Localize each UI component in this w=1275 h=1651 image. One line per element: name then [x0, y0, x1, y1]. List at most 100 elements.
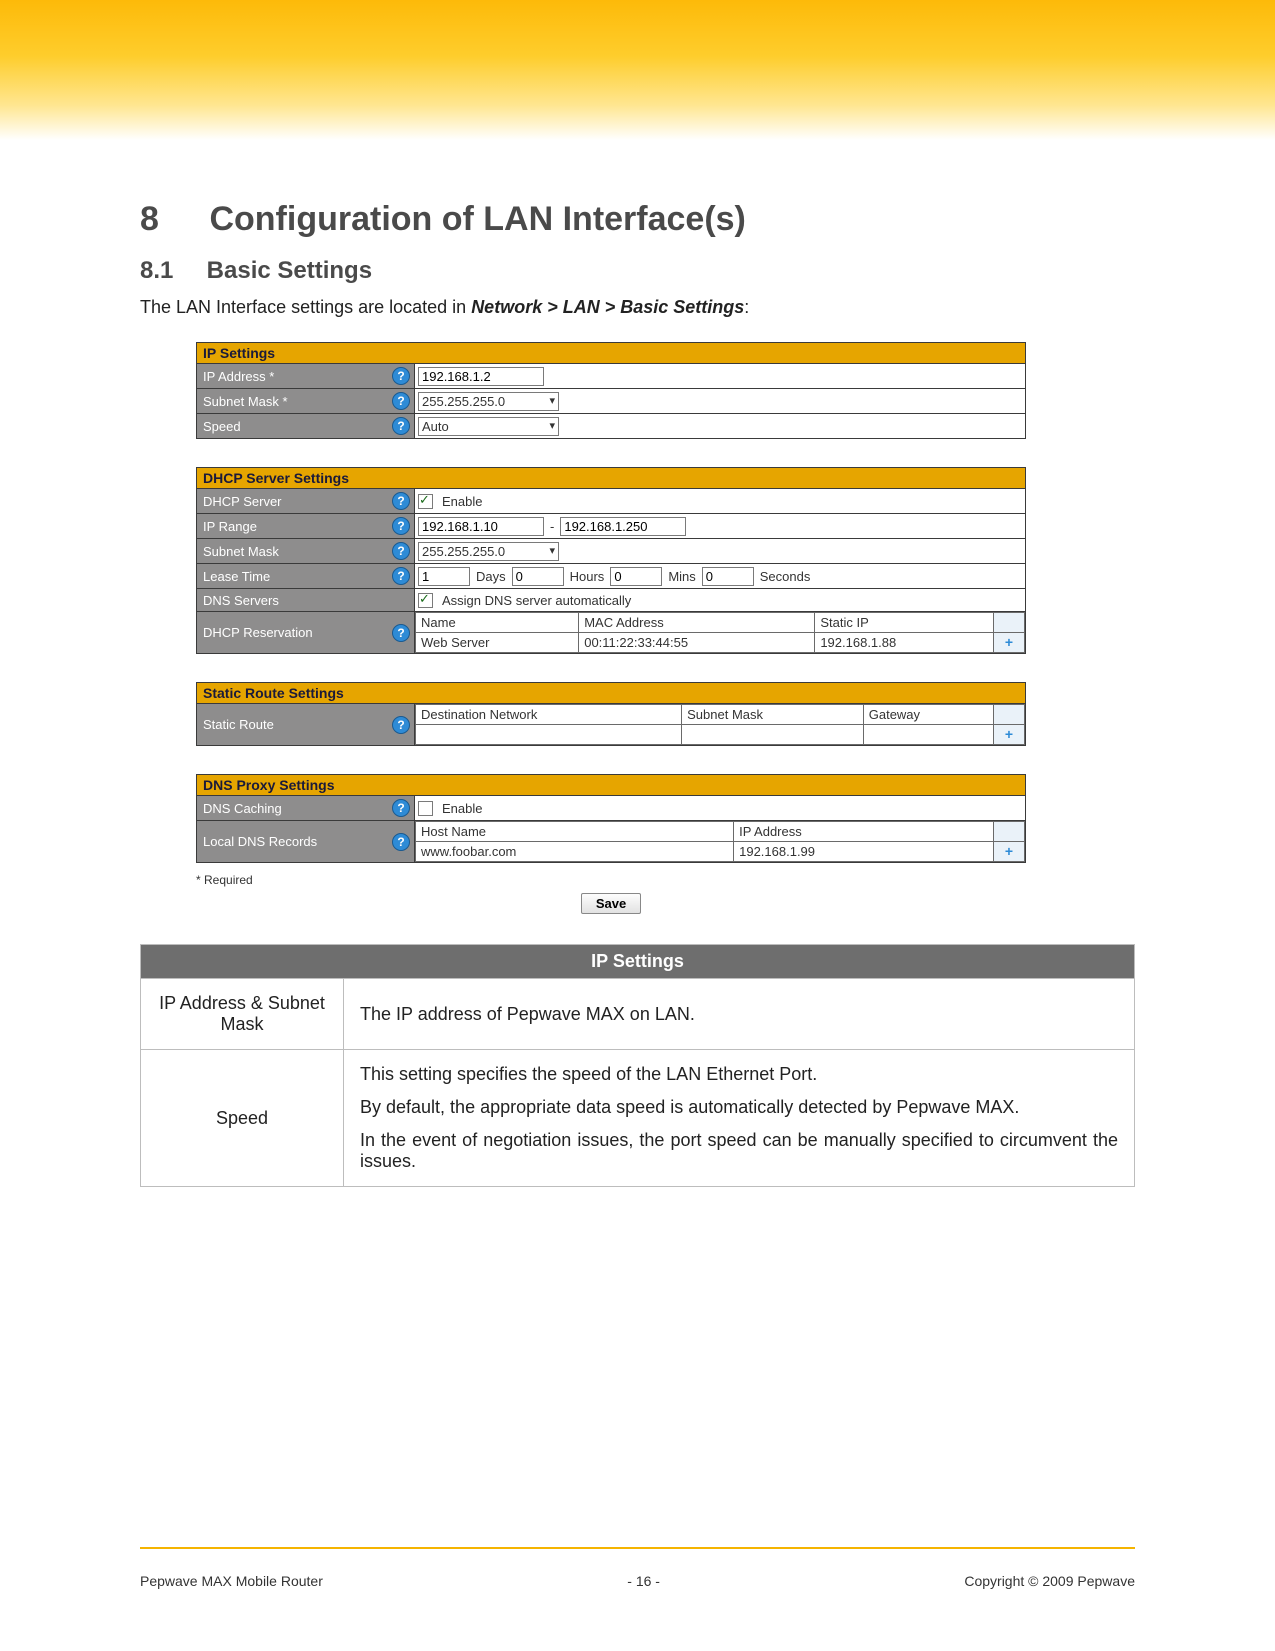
- help-icon[interactable]: ?: [392, 392, 410, 410]
- cell-mask[interactable]: [682, 725, 864, 745]
- dns-caching-checkbox[interactable]: [418, 801, 433, 816]
- row-dns-caching: DNS Caching ? Enable: [197, 796, 1025, 821]
- desc-text: The IP address of Pepwave MAX on LAN.: [360, 1004, 1118, 1025]
- desc-text: In the event of negotiation issues, the …: [360, 1130, 1118, 1172]
- cell-ip[interactable]: 192.168.1.99: [734, 842, 994, 862]
- section-title-text: Configuration of LAN Interface(s): [209, 200, 745, 238]
- lease-hours-input[interactable]: [512, 567, 564, 586]
- ip-range-to-input[interactable]: [560, 517, 686, 536]
- label-dhcp-reservation: DHCP Reservation ?: [197, 612, 415, 653]
- desc-key: Speed: [141, 1050, 344, 1187]
- lease-secs-input[interactable]: [702, 567, 754, 586]
- desc-key: IP Address & Subnet Mask: [141, 979, 344, 1050]
- mins-label: Mins: [668, 569, 695, 584]
- panel-ip-settings: IP Settings IP Address * ? Subnet Mask *…: [196, 342, 1026, 439]
- row-speed: Speed ? Auto: [197, 414, 1025, 438]
- help-icon[interactable]: ?: [392, 624, 410, 642]
- intro-post: :: [744, 297, 749, 317]
- panel-static-route: Static Route Settings Static Route ? Des…: [196, 682, 1026, 746]
- subnet-mask-select[interactable]: 255.255.255.0: [418, 392, 559, 411]
- desc-value: This setting specifies the speed of the …: [344, 1050, 1135, 1187]
- row-lease-time: Lease Time ? Days Hours Mins Seconds: [197, 564, 1025, 589]
- help-icon[interactable]: ?: [392, 367, 410, 385]
- add-dns-record-button[interactable]: +: [994, 842, 1025, 862]
- table-header-row: Destination Network Subnet Mask Gateway: [416, 705, 1025, 725]
- lease-days-input[interactable]: [418, 567, 470, 586]
- help-icon[interactable]: ?: [392, 799, 410, 817]
- lease-mins-input[interactable]: [610, 567, 662, 586]
- footer-divider: [140, 1547, 1135, 1549]
- help-icon[interactable]: ?: [392, 517, 410, 535]
- ip-range-from-input[interactable]: [418, 517, 544, 536]
- label-ip-address: IP Address * ?: [197, 364, 415, 388]
- help-icon[interactable]: ?: [392, 492, 410, 510]
- section-heading: 8 Configuration of LAN Interface(s): [140, 200, 1135, 239]
- panel-header-ip: IP Settings: [197, 343, 1025, 364]
- panel-header-dhcp: DHCP Server Settings: [197, 468, 1025, 489]
- row-subnet-mask: Subnet Mask * ? 255.255.255.0: [197, 389, 1025, 414]
- table-row: www.foobar.com 192.168.1.99 +: [416, 842, 1025, 862]
- local-dns-table: Host Name IP Address www.foobar.com 192.…: [415, 821, 1025, 862]
- dns-auto-label: Assign DNS server automatically: [442, 593, 631, 608]
- ip-address-input[interactable]: [418, 367, 544, 386]
- help-icon[interactable]: ?: [392, 542, 410, 560]
- col-ip: IP Address: [734, 822, 994, 842]
- label-ip-range: IP Range ?: [197, 514, 415, 538]
- days-label: Days: [476, 569, 506, 584]
- save-button[interactable]: Save: [581, 893, 641, 914]
- value-local-dns-records: Host Name IP Address www.foobar.com 192.…: [415, 821, 1025, 862]
- plus-icon: +: [1002, 635, 1016, 649]
- cell-name[interactable]: Web Server: [416, 633, 579, 653]
- help-icon[interactable]: ?: [392, 567, 410, 585]
- dns-auto-checkbox[interactable]: [418, 593, 433, 608]
- value-dhcp-subnet: 255.255.255.0: [415, 539, 1025, 563]
- label-text: Subnet Mask: [203, 544, 388, 559]
- value-dns-servers: Assign DNS server automatically: [415, 589, 1025, 611]
- label-text: DNS Servers: [203, 593, 410, 608]
- desc-value: The IP address of Pepwave MAX on LAN.: [344, 979, 1135, 1050]
- value-lease-time: Days Hours Mins Seconds: [415, 564, 1025, 588]
- dhcp-subnet-select[interactable]: 255.255.255.0: [418, 542, 559, 561]
- desc-header: IP Settings: [141, 945, 1135, 979]
- value-subnet-mask: 255.255.255.0: [415, 389, 1025, 413]
- table-row: +: [416, 725, 1025, 745]
- col-name: Name: [416, 613, 579, 633]
- add-route-button[interactable]: +: [994, 725, 1025, 745]
- enable-label: Enable: [442, 494, 482, 509]
- content-area: 8 Configuration of LAN Interface(s) 8.1 …: [140, 200, 1135, 1187]
- value-speed: Auto: [415, 414, 1025, 438]
- range-separator: -: [550, 519, 554, 534]
- desc-text: This setting specifies the speed of the …: [360, 1064, 1118, 1085]
- intro-pre: The LAN Interface settings are located i…: [140, 297, 471, 317]
- col-add: [994, 705, 1025, 725]
- cell-mac[interactable]: 00:11:22:33:44:55: [579, 633, 815, 653]
- desc-row-ip-subnet: IP Address & Subnet Mask The IP address …: [141, 979, 1135, 1050]
- add-reservation-button[interactable]: +: [994, 633, 1025, 653]
- cell-ip[interactable]: 192.168.1.88: [815, 633, 994, 653]
- row-ip-range: IP Range ? -: [197, 514, 1025, 539]
- label-subnet-mask: Subnet Mask * ?: [197, 389, 415, 413]
- row-static-route: Static Route ? Destination Network Subne…: [197, 704, 1025, 745]
- label-local-dns-records: Local DNS Records ?: [197, 821, 415, 862]
- dhcp-enable-checkbox[interactable]: [418, 494, 433, 509]
- speed-select[interactable]: Auto: [418, 417, 559, 436]
- cell-gateway[interactable]: [863, 725, 993, 745]
- col-add: [994, 822, 1025, 842]
- panel-header-dns: DNS Proxy Settings: [197, 775, 1025, 796]
- help-icon[interactable]: ?: [392, 417, 410, 435]
- page-footer: Pepwave MAX Mobile Router - 16 - Copyrig…: [140, 1573, 1135, 1589]
- help-icon[interactable]: ?: [392, 833, 410, 851]
- label-text: IP Address *: [203, 369, 388, 384]
- table-header-row: Host Name IP Address: [416, 822, 1025, 842]
- subsection-title-text: Basic Settings: [207, 257, 372, 284]
- help-icon[interactable]: ?: [392, 716, 410, 734]
- cell-host[interactable]: www.foobar.com: [416, 842, 734, 862]
- panel-dns-proxy: DNS Proxy Settings DNS Caching ? Enable …: [196, 774, 1026, 863]
- col-mask: Subnet Mask: [682, 705, 864, 725]
- label-lease-time: Lease Time ?: [197, 564, 415, 588]
- row-dhcp-reservation: DHCP Reservation ? Name MAC Address Stat…: [197, 612, 1025, 653]
- label-text: Lease Time: [203, 569, 388, 584]
- label-speed: Speed ?: [197, 414, 415, 438]
- cell-dest[interactable]: [416, 725, 682, 745]
- col-add: [994, 613, 1025, 633]
